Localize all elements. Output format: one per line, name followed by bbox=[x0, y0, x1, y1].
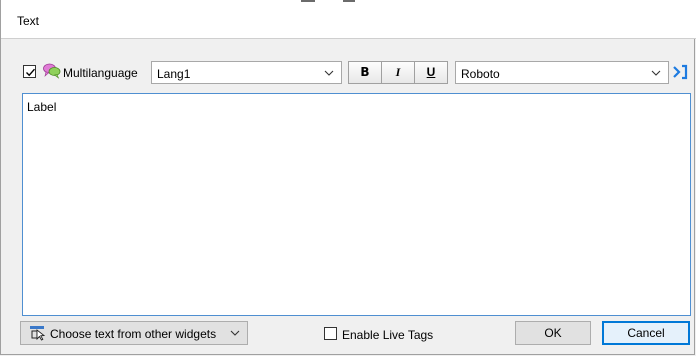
enable-live-tags-label: Enable Live Tags bbox=[342, 328, 434, 342]
choose-text-button[interactable]: Choose text from other widgets bbox=[20, 321, 248, 345]
multilanguage-checkbox[interactable] bbox=[23, 65, 36, 78]
ok-button[interactable]: OK bbox=[515, 321, 591, 345]
top-mark-left bbox=[301, 0, 315, 2]
cancel-button[interactable]: Cancel bbox=[602, 321, 690, 345]
chevron-down-icon bbox=[230, 330, 240, 336]
checkmark-icon bbox=[26, 68, 36, 77]
language-select[interactable]: Lang1 bbox=[151, 61, 342, 84]
language-select-value: Lang1 bbox=[157, 67, 191, 81]
chevron-down-icon bbox=[324, 70, 334, 76]
italic-button[interactable]: I bbox=[381, 61, 415, 84]
top-mark-right bbox=[343, 0, 355, 2]
font-select-value: Roboto bbox=[461, 67, 500, 81]
text-editor[interactable]: Label bbox=[22, 93, 691, 316]
choose-text-label: Choose text from other widgets bbox=[50, 327, 217, 341]
text-editor-content: Label bbox=[27, 100, 57, 114]
enable-live-tags-checkbox[interactable] bbox=[324, 327, 337, 340]
dialog-titlebar: Text bbox=[1, 0, 696, 39]
multilanguage-label: Multilanguage bbox=[63, 66, 138, 80]
chevron-down-icon bbox=[651, 70, 661, 76]
dialog-title: Text bbox=[17, 14, 40, 28]
underline-button[interactable]: U bbox=[414, 61, 448, 84]
widget-picker-icon bbox=[30, 326, 46, 341]
font-select[interactable]: Roboto bbox=[455, 61, 669, 84]
speech-bubbles-icon bbox=[43, 63, 61, 79]
bold-button[interactable]: B bbox=[348, 61, 382, 84]
expand-arrow-icon[interactable] bbox=[671, 63, 691, 81]
text-dialog: Text Multilanguage Lang1 B I U Roboto La… bbox=[0, 0, 696, 355]
